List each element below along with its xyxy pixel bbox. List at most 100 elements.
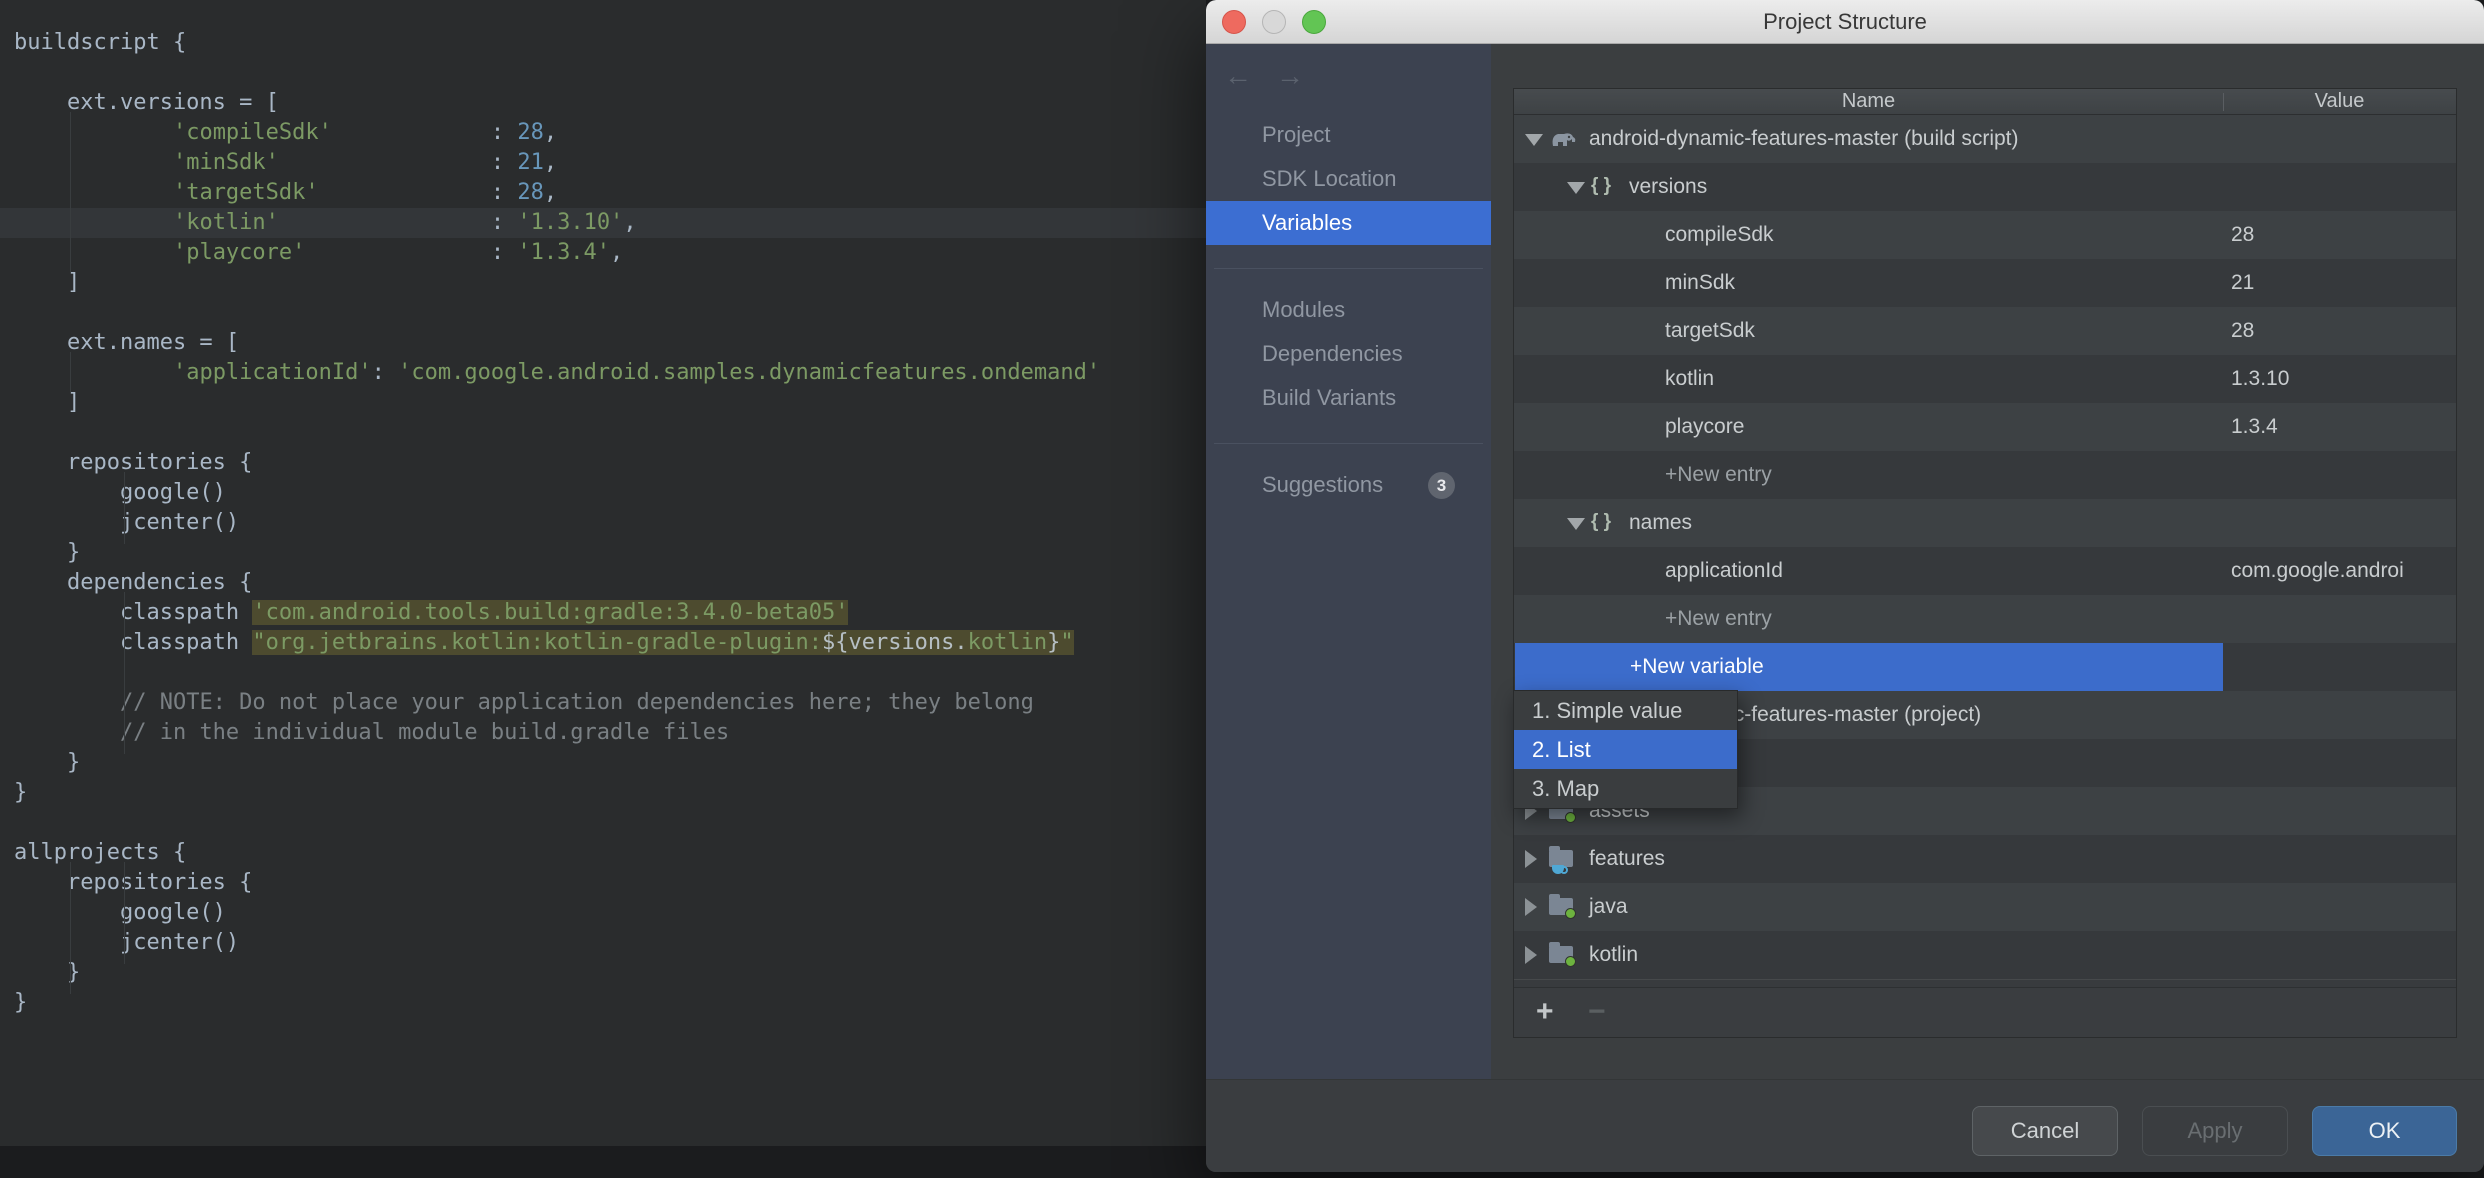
chevron-collapsed-icon[interactable]: [1525, 850, 1537, 868]
editor-line: }: [0, 958, 1206, 988]
code-segment: dependencies {: [14, 570, 253, 595]
table-row--new-entry[interactable]: +New entry: [1514, 595, 2456, 643]
code-segment: classpath: [14, 630, 253, 655]
table-row-targetsdk[interactable]: targetSdk 28: [1514, 307, 2456, 355]
braces-map-icon: { }: [1591, 175, 1612, 196]
table-row-applicationid[interactable]: applicationId com.google.androi: [1514, 547, 2456, 595]
code-segment: google(): [14, 480, 226, 505]
row-value[interactable]: 1.3.10: [2231, 355, 2457, 403]
table-row-versions[interactable]: { } versions: [1514, 163, 2456, 211]
row-name: +New entry: [1665, 607, 1772, 630]
row-value[interactable]: 28: [2231, 211, 2457, 259]
code-segment: repositories {: [14, 450, 253, 475]
code-segment: // in the individual module build.gradle…: [119, 720, 730, 745]
table-row-kotlin[interactable]: kotlin: [1514, 931, 2456, 979]
code-segment: repositories {: [14, 870, 253, 895]
code-segment: google(): [14, 900, 226, 925]
sidebar-item-label: Variables: [1262, 210, 1353, 235]
table-toolbar: + −: [1514, 987, 2456, 1037]
sidebar-item-dependencies[interactable]: Dependencies: [1206, 332, 1491, 376]
table-row-java[interactable]: java: [1514, 883, 2456, 931]
editor-line: 'minSdk' : 21,: [0, 148, 1206, 178]
column-divider[interactable]: [2223, 93, 2224, 111]
code-segment: :: [278, 210, 518, 235]
row-value[interactable]: 21: [2231, 259, 2457, 307]
code-segment: :: [318, 180, 518, 205]
table-row-features[interactable]: features: [1514, 835, 2456, 883]
back-arrow-icon[interactable]: ←: [1224, 60, 1252, 92]
row-value[interactable]: com.google.androi: [2231, 547, 2457, 595]
code-segment: ,: [543, 150, 558, 175]
code-segment: :: [371, 360, 399, 385]
table-row-playcore[interactable]: playcore 1.3.4: [1514, 403, 2456, 451]
code-segment: buildscript {: [14, 30, 187, 55]
remove-variable-button[interactable]: −: [1588, 988, 1606, 1038]
cancel-button[interactable]: Cancel: [1972, 1106, 2118, 1156]
table-row-minsdk[interactable]: minSdk 21: [1514, 259, 2456, 307]
sidebar-item-project[interactable]: Project: [1206, 113, 1491, 157]
code-editor[interactable]: buildscript { ext.versions = [ 'compileS…: [0, 0, 1206, 1146]
code-segment: :: [331, 120, 518, 145]
table-row--new-variable[interactable]: +New variable: [1514, 643, 2456, 691]
editor-line: ]: [0, 388, 1206, 418]
java-cup-badge-icon: [1552, 865, 1568, 874]
row-name: versions: [1629, 175, 1708, 198]
ok-button[interactable]: OK: [2312, 1106, 2457, 1156]
folder-icon: [1549, 894, 1576, 919]
editor-line: ext.names = [: [0, 328, 1206, 358]
editor-line: }: [0, 778, 1206, 808]
selected-row-highlight: +New variable: [1515, 643, 2223, 691]
table-row-names[interactable]: { } names: [1514, 499, 2456, 547]
table-row--new-entry[interactable]: +New entry: [1514, 451, 2456, 499]
sidebar-item-variables[interactable]: Variables: [1206, 201, 1491, 245]
code-segment: '1.3.10': [517, 210, 624, 235]
code-segment: // NOTE: Do not place your application d…: [119, 690, 1034, 715]
chevron-collapsed-icon[interactable]: [1525, 898, 1537, 916]
sidebar-item-suggestions[interactable]: Suggestions 3: [1206, 463, 1491, 507]
column-header-name[interactable]: Name: [1514, 89, 2223, 115]
table-header[interactable]: Name Value: [1514, 89, 2456, 115]
code-segment: 'com.google.android.samples.dynamicfeatu…: [398, 360, 1101, 385]
code-segment: 28: [517, 180, 544, 205]
popup-item-1-simple-value[interactable]: 1. Simple value: [1514, 691, 1737, 730]
chevron-expanded-icon[interactable]: [1567, 518, 1585, 530]
row-name: features: [1589, 847, 1665, 870]
forward-arrow-icon[interactable]: →: [1276, 60, 1304, 92]
column-header-value[interactable]: Value: [2223, 89, 2456, 115]
folder-java-module-icon: [1549, 846, 1573, 874]
code-segment: "org.jetbrains.kotlin:kotlin-gradle-plug…: [252, 630, 822, 655]
editor-line: jcenter(): [0, 928, 1206, 958]
table-row-android-dynamic-features-master-build-script-[interactable]: android-dynamic-features-master (build s…: [1514, 115, 2456, 163]
row-value[interactable]: 28: [2231, 307, 2457, 355]
chevron-expanded-icon[interactable]: [1567, 182, 1585, 194]
chevron-expanded-icon[interactable]: [1525, 134, 1543, 146]
chevron-collapsed-icon[interactable]: [1525, 946, 1537, 964]
code-segment: }: [14, 540, 81, 565]
add-variable-button[interactable]: +: [1536, 988, 1554, 1038]
dialog-titlebar[interactable]: Project Structure: [1206, 0, 2484, 44]
editor-line: allprojects {: [0, 838, 1206, 868]
project-structure-dialog: Project Structure ← → Project SDK Locatio…: [1206, 0, 2484, 1172]
sidebar-item-sdk-location[interactable]: SDK Location: [1206, 157, 1491, 201]
table-row-compilesdk[interactable]: compileSdk 28: [1514, 211, 2456, 259]
apply-button[interactable]: Apply: [2142, 1106, 2288, 1156]
sidebar-item-build-variants[interactable]: Build Variants: [1206, 376, 1491, 420]
table-row-kotlin[interactable]: kotlin 1.3.10: [1514, 355, 2456, 403]
row-name: compileSdk: [1665, 223, 1774, 246]
sidebar-item-modules[interactable]: Modules: [1206, 288, 1491, 332]
popup-item-3-map[interactable]: 3. Map: [1514, 769, 1737, 808]
code-segment: }: [1047, 630, 1061, 655]
indent-guide: [70, 352, 71, 394]
editor-line: repositories {: [0, 868, 1206, 898]
code-segment: 'kotlin': [172, 210, 279, 235]
popup-item-2-list[interactable]: 2. List: [1514, 730, 1737, 769]
row-name: kotlin: [1665, 367, 1715, 390]
code-segment: :: [305, 240, 518, 265]
gradle-elephant-icon: [1549, 127, 1577, 151]
row-value[interactable]: 1.3.4: [2231, 403, 2457, 451]
indent-guide: [124, 472, 125, 544]
